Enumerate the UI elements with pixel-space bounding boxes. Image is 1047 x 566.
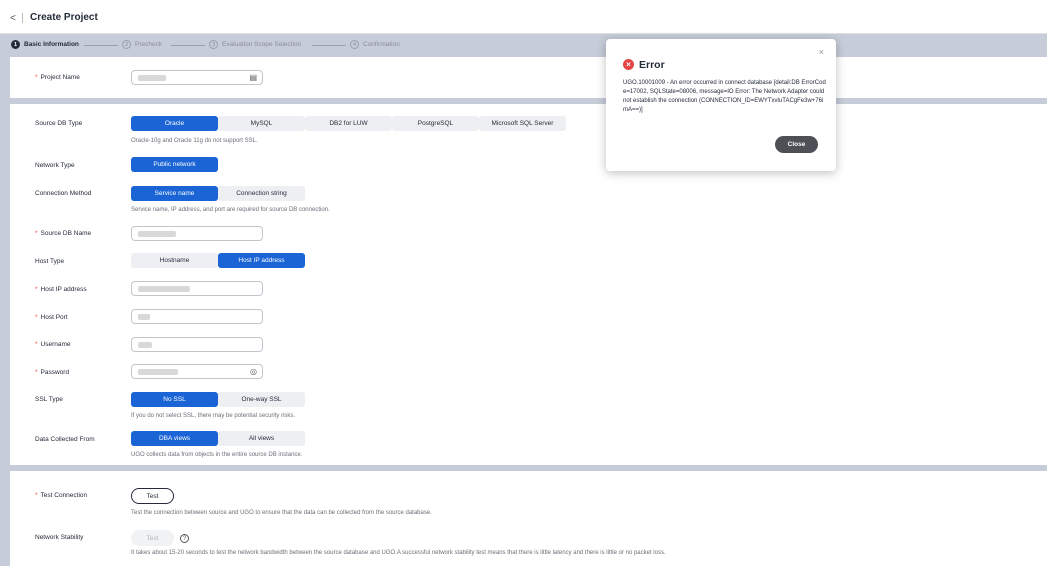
redacted-value — [138, 314, 150, 320]
dialog-title: Error — [639, 59, 665, 71]
clipboard-icon[interactable]: ▤ — [249, 73, 257, 82]
db-type-sqlserver[interactable]: Microsoft SQL Server — [479, 116, 566, 131]
data-collected-all-views[interactable]: All views — [218, 431, 305, 446]
network-type-label: Network Type — [35, 162, 75, 169]
ssl-type-one-way[interactable]: One-way SSL — [218, 392, 305, 407]
host-type-label: Host Type — [35, 258, 65, 265]
project-name-label: * Project Name — [35, 74, 80, 81]
page-header: < Create Project — [0, 0, 1047, 34]
step-number: 4 — [350, 40, 359, 49]
steps-bar: 1 Basic Information 2 Precheck 3 Evaluat… — [0, 34, 1047, 57]
test-connection-hint: Test the connection between source and U… — [131, 510, 432, 516]
test-connection-button[interactable]: Test — [131, 488, 174, 504]
db-type-postgresql[interactable]: PostgreSQL — [392, 116, 479, 131]
step-evaluation-scope: 3 Evaluation Scope Selection — [209, 40, 301, 49]
step-connector — [171, 45, 205, 46]
db-type-hint: Oracle-10g and Oracle 11g do not support… — [131, 138, 258, 144]
source-db-type-label: Source DB Type — [35, 120, 83, 127]
connection-method-string[interactable]: Connection string — [218, 186, 305, 201]
redacted-value — [138, 75, 166, 81]
db-type-mysql[interactable]: MySQL — [218, 116, 305, 131]
error-message: UGO.10001009 - An error occurred in conn… — [623, 80, 826, 113]
back-icon[interactable]: < — [10, 13, 16, 24]
data-collected-label: Data Collected From — [35, 436, 95, 443]
ssl-type-label: SSL Type — [35, 396, 63, 403]
source-db-name-input[interactable] — [131, 226, 263, 241]
host-port-label: * Host Port — [35, 314, 68, 321]
db-type-oracle[interactable]: Oracle — [131, 116, 218, 131]
step-basic-information: 1 Basic Information — [11, 40, 79, 49]
step-connector — [84, 45, 118, 46]
host-type-hostname[interactable]: Hostname — [131, 253, 218, 268]
username-label: * Username — [35, 341, 71, 348]
username-input[interactable] — [131, 337, 263, 352]
project-name-input[interactable]: ▤ — [131, 70, 263, 85]
host-ip-input[interactable] — [131, 281, 263, 296]
host-type-ip[interactable]: Host IP address — [218, 253, 305, 268]
network-type-public[interactable]: Public network — [131, 157, 218, 172]
test-connection-label: * Test Connection — [35, 492, 88, 499]
step-label: Precheck — [135, 41, 163, 48]
password-input[interactable]: ◎ — [131, 364, 263, 379]
page-title: Create Project — [30, 12, 98, 23]
connection-hint: Service name, IP address, and port are r… — [131, 207, 330, 213]
error-icon: × — [623, 59, 634, 70]
step-precheck: 2 Precheck — [122, 40, 162, 49]
connection-method-service-name[interactable]: Service name — [131, 186, 218, 201]
connection-method-label: Connection Method — [35, 190, 92, 197]
step-number: 1 — [11, 40, 20, 49]
ssl-hint: If you do not select SSL, there may be p… — [131, 413, 296, 419]
step-label: Basic Information — [24, 41, 79, 48]
redacted-value — [138, 369, 178, 375]
step-label: Confirmation — [363, 41, 400, 48]
redacted-value — [138, 286, 190, 292]
step-confirmation: 4 Confirmation — [350, 40, 400, 49]
step-connector — [312, 45, 346, 46]
step-label: Evaluation Scope Selection — [222, 41, 302, 48]
db-type-db2[interactable]: DB2 for LUW — [305, 116, 392, 131]
password-label: * Password — [35, 369, 70, 376]
source-db-name-label: * Source DB Name — [35, 230, 92, 237]
ssl-type-none[interactable]: No SSL — [131, 392, 218, 407]
eye-hidden-icon[interactable]: ◎ — [250, 367, 257, 376]
redacted-value — [138, 231, 176, 237]
header-divider — [22, 13, 23, 23]
data-collected-hint: UGO collects data from objects in the en… — [131, 452, 303, 458]
help-icon[interactable]: ? — [180, 534, 189, 543]
network-stability-label: Network Stability — [35, 534, 84, 541]
host-port-input[interactable] — [131, 309, 263, 324]
close-button[interactable]: Close — [775, 136, 818, 153]
step-number: 3 — [209, 40, 218, 49]
network-stability-hint: It takes about 15-20 seconds to test the… — [131, 550, 666, 556]
data-collected-dba-views[interactable]: DBA views — [131, 431, 218, 446]
close-icon[interactable]: × — [819, 47, 824, 57]
network-stability-test-button[interactable]: Test — [131, 530, 174, 546]
host-ip-label: * Host IP address — [35, 286, 87, 293]
redacted-value — [138, 342, 152, 348]
step-number: 2 — [122, 40, 131, 49]
